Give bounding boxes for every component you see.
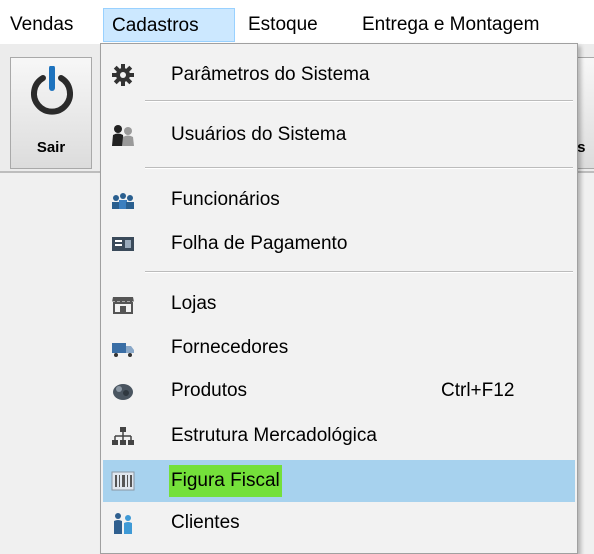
menu-separator bbox=[145, 271, 573, 273]
menu-item-label: Estrutura Mercadológica bbox=[171, 425, 377, 446]
menu-vendas[interactable]: Vendas bbox=[2, 8, 81, 42]
menu-item-folha-pagamento[interactable]: Folha de Pagamento bbox=[103, 223, 575, 265]
menu-item-label: Fornecedores bbox=[171, 337, 289, 358]
exit-button[interactable]: Sair bbox=[10, 57, 92, 169]
exit-label: Sair bbox=[36, 139, 66, 156]
shortcut-label: Ctrl+F12 bbox=[441, 380, 515, 401]
menu-item-estrutura-mercadologica[interactable]: Estrutura Mercadológica bbox=[103, 415, 575, 457]
menu-item-fornecedores[interactable]: Fornecedores bbox=[103, 327, 575, 369]
barcode-icon bbox=[111, 470, 135, 492]
menu-item-label: Produtos bbox=[171, 380, 248, 401]
menu-item-label: Figura Fiscal bbox=[169, 465, 282, 497]
menu-estoque[interactable]: Estoque bbox=[240, 8, 326, 42]
menu-item-parametros[interactable]: Parâmetros do Sistema bbox=[103, 54, 575, 96]
cadastros-dropdown: Parâmetros do Sistema Usuários do Sistem… bbox=[100, 43, 578, 554]
employees-icon bbox=[111, 189, 135, 211]
menu-separator bbox=[145, 167, 573, 169]
menu-item-label: Usuários do Sistema bbox=[171, 124, 347, 145]
payroll-icon bbox=[111, 233, 135, 255]
menu-item-produtos[interactable]: Produtos Ctrl+F12 bbox=[103, 370, 575, 412]
menu-item-label: Folha de Pagamento bbox=[171, 233, 348, 254]
menu-item-lojas[interactable]: Lojas bbox=[103, 283, 575, 325]
menu-cadastros[interactable]: Cadastros bbox=[103, 8, 235, 42]
menu-item-label: Lojas bbox=[171, 293, 217, 314]
menu-item-usuarios[interactable]: Usuários do Sistema bbox=[103, 114, 575, 156]
truck-icon bbox=[111, 337, 135, 359]
menu-item-figura-fiscal[interactable]: Figura Fiscal bbox=[103, 460, 575, 502]
store-icon bbox=[111, 293, 135, 315]
menu-item-label: Parâmetros do Sistema bbox=[171, 64, 370, 85]
menu-separator bbox=[145, 100, 573, 102]
menu-bar: Vendas Cadastros Estoque Entrega e Monta… bbox=[0, 0, 594, 45]
clients-icon bbox=[111, 512, 135, 534]
products-icon bbox=[111, 380, 135, 402]
menu-item-funcionarios[interactable]: Funcionários bbox=[103, 179, 575, 221]
hierarchy-icon bbox=[111, 425, 135, 447]
users-icon bbox=[111, 124, 135, 146]
menu-item-clientes[interactable]: Clientes bbox=[103, 502, 575, 544]
power-icon bbox=[31, 66, 73, 115]
menu-entrega-montagem[interactable]: Entrega e Montagem bbox=[354, 8, 547, 42]
gear-icon bbox=[111, 64, 135, 86]
menu-item-label: Funcionários bbox=[171, 189, 280, 210]
menu-item-label: Clientes bbox=[171, 512, 240, 533]
